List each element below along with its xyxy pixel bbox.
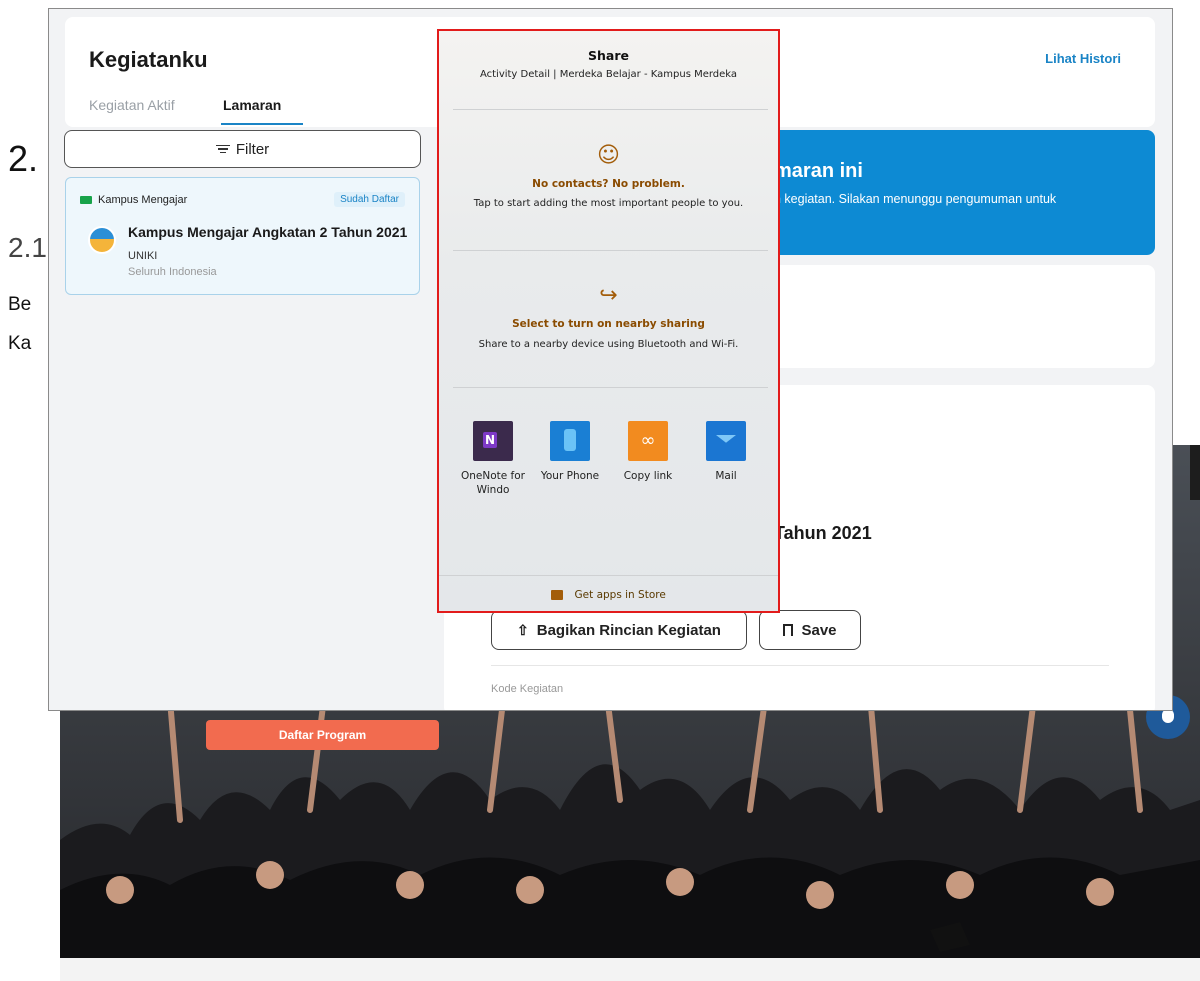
program-card[interactable]: Kampus Mengajar Sudah Daftar Kampus Meng… [65, 177, 420, 295]
active-tab-indicator [221, 123, 303, 125]
lihat-histori-link[interactable]: Lihat Histori [1045, 51, 1121, 66]
get-apps-in-store-link[interactable]: Get apps in Store [439, 589, 778, 601]
organization-logo [88, 226, 116, 254]
program-name: Kampus Mengajar [98, 194, 188, 206]
contacts-heading[interactable]: No contacts? No problem. [439, 178, 778, 190]
share-dialog-subtitle: Activity Detail | Merdeka Belajar - Kamp… [479, 69, 738, 80]
share-icon: ⇧ [517, 621, 529, 638]
copy-link-icon [628, 421, 668, 461]
contacts-icon: ☺ [597, 143, 620, 168]
doc-heading-3: 2.1 [8, 232, 47, 263]
kode-kegiatan-label: Kode Kegiatan [491, 683, 564, 695]
mail-icon [706, 421, 746, 461]
divider [491, 665, 1109, 666]
nearby-sharing-heading[interactable]: Select to turn on nearby sharing [439, 318, 778, 330]
divider [453, 109, 768, 110]
filter-button[interactable]: Filter [64, 130, 421, 168]
banner-title: maran ini [774, 160, 863, 182]
share-app-copy-link[interactable]: Copy link [613, 421, 683, 483]
share-app-mail[interactable]: Mail [691, 421, 761, 483]
app-label: OneNote for Windo [460, 470, 525, 496]
share-app-onenote[interactable]: OneNote for Windo [458, 421, 528, 497]
location-text: Seluruh Indonesia [128, 266, 217, 278]
tab-kegiatan-aktif[interactable]: Kegiatan Aktif [89, 97, 175, 113]
detail-title: Tahun 2021 [774, 523, 872, 543]
bookmark-icon [783, 624, 794, 636]
page-title: Kegiatanku [89, 47, 208, 72]
store-link-label: Get apps in Store [574, 589, 666, 601]
share-app-your-phone[interactable]: Your Phone [535, 421, 605, 483]
status-badge: Sudah Daftar [334, 192, 405, 207]
share-button-label: Bagikan Rincian Kegiatan [536, 621, 721, 639]
your-phone-icon [550, 421, 590, 461]
save-button-label: Save [801, 621, 837, 639]
filter-label: Filter [235, 140, 270, 158]
contacts-description[interactable]: Tap to start adding the most important p… [439, 198, 778, 209]
daftar-program-button[interactable]: Daftar Program [206, 720, 439, 750]
doc-line-1: Be [8, 294, 32, 315]
hero-top-bar [1190, 445, 1200, 500]
organization-name: UNIKI [128, 250, 158, 262]
divider [439, 575, 778, 576]
footer-strip [60, 958, 1200, 981]
app-label: Mail [715, 470, 737, 482]
filter-icon [215, 143, 230, 156]
tab-lamaran[interactable]: Lamaran [223, 97, 281, 113]
share-dialog-title: Share [588, 48, 629, 63]
banner-text: n kegiatan. Silakan menunggu pengumuman … [774, 192, 1057, 206]
save-button[interactable]: Save [759, 610, 861, 650]
doc-heading-2: 2. [8, 138, 39, 179]
divider [453, 387, 768, 388]
divider [453, 250, 768, 251]
share-activity-button[interactable]: ⇧ Bagikan Rincian Kegiatan [491, 610, 747, 650]
app-label: Copy link [623, 470, 673, 482]
onenote-icon [473, 421, 513, 461]
store-icon [551, 590, 564, 600]
app-label: Your Phone [540, 470, 600, 482]
share-dialog: Share Activity Detail | Merdeka Belajar … [437, 29, 780, 613]
nearby-sharing-description[interactable]: Share to a nearby device using Bluetooth… [439, 339, 778, 350]
flag-icon [80, 196, 92, 204]
doc-line-2: Ka [8, 333, 32, 354]
activity-title: Kampus Mengajar Angkatan 2 Tahun 2021 [128, 224, 408, 240]
nearby-sharing-icon: ↪ [599, 283, 618, 308]
